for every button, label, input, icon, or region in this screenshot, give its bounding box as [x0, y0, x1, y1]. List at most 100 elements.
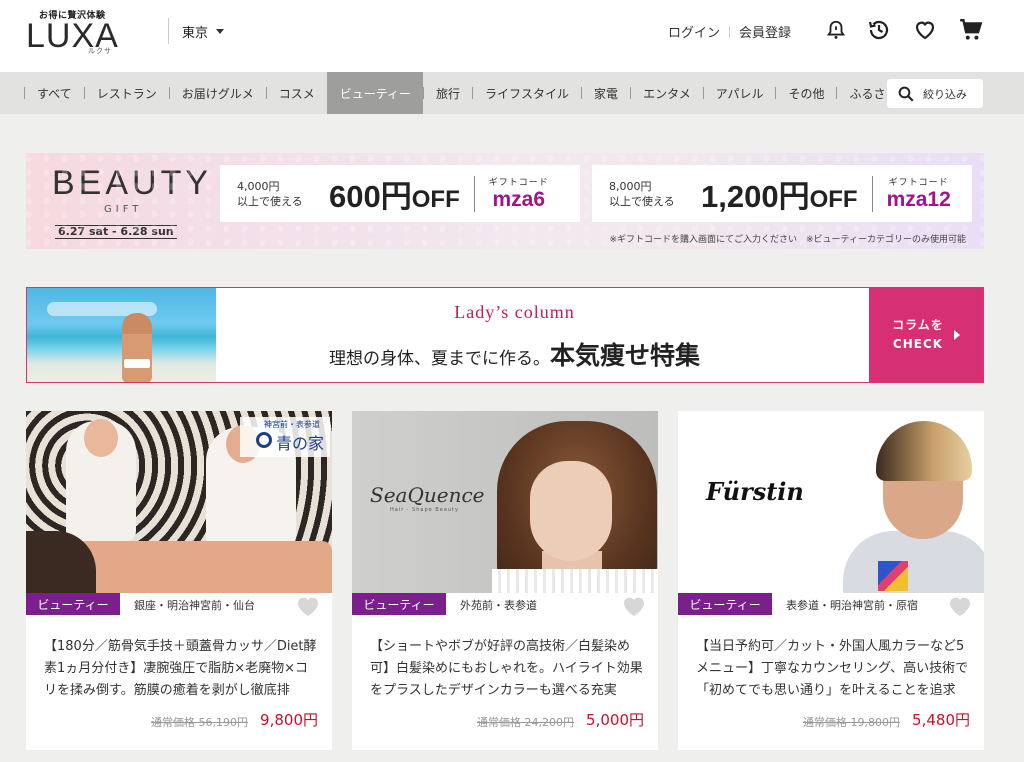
ring-logo-icon — [255, 432, 272, 448]
gift-code-value: mza6 — [492, 188, 545, 211]
register-link[interactable]: 会員登録 — [739, 22, 791, 41]
nav-item-1[interactable]: レストラン — [83, 72, 169, 114]
regular-price: 通常価格 24,200円 — [477, 716, 574, 729]
coupon-amount-value: 600 — [329, 179, 381, 214]
gift-note: ※ギフトコードを購入画面にてご入力ください ※ビューティーカテゴリーのみ使用可能 — [609, 235, 966, 245]
category-badge: ビューティー — [26, 593, 120, 615]
coupon-off-label: OFF — [411, 186, 460, 213]
nav-item-7[interactable]: 家電 — [581, 72, 630, 114]
brand-name: Fürstin — [706, 477, 804, 506]
history-icon[interactable] — [865, 16, 893, 44]
login-link[interactable]: ログイン — [668, 22, 720, 41]
area-label: 銀座・明治神宮前・仙台 — [134, 599, 255, 612]
auth-separator — [729, 25, 731, 38]
coupon-amount-value: 1,200 — [701, 179, 779, 214]
arrow-right-icon — [953, 330, 960, 340]
filter-button[interactable]: 絞り込み — [887, 79, 983, 108]
model-lace-top — [492, 569, 658, 593]
nav-item-0[interactable]: すべて — [24, 72, 84, 114]
gift-subtitle: GIFT — [104, 204, 143, 215]
location-selector[interactable]: 東京 — [182, 22, 225, 41]
product-title[interactable]: 【ショートやボブが好評の高技術／白髪染め可】白髪染めにもおしゃれを。ハイライト効… — [370, 636, 646, 702]
sale-price: 9,800円 — [260, 711, 318, 729]
coupon-min-label: 以上で使える — [609, 194, 675, 208]
location-label: 東京 — [182, 26, 209, 41]
cart-icon[interactable] — [957, 16, 985, 44]
nav-item-2[interactable]: お届けグルメ — [168, 72, 266, 114]
coupon-amount: 1,200円OFF — [701, 171, 858, 216]
area-label: 表参道・明治神宮前・原宿 — [786, 599, 918, 612]
gift-code-label: ギフトコード — [488, 178, 549, 188]
coupon-divider — [871, 175, 873, 212]
sale-price: 5,000円 — [586, 711, 644, 729]
gift-code: ギフトコード mza6 — [489, 175, 549, 212]
regular-price: 通常価格 56,190円 — [151, 716, 248, 729]
sale-price: 5,480円 — [912, 711, 970, 729]
luxa-logo[interactable]: お得に贅沢体験 LUXA ルクサ — [26, 8, 126, 62]
area-label: 外苑前・表参道 — [460, 599, 537, 612]
product-title[interactable]: 【当日予約可／カット・外国人風カラーなど5メニュー】丁寧なカウンセリング、高い技… — [696, 636, 972, 702]
caret-down-icon — [216, 29, 225, 34]
coupon-amount: 600円OFF — [329, 171, 460, 216]
coupon-divider — [473, 175, 475, 212]
site-header: お得に贅沢体験 LUXA ルクサ 東京 ログイン 会員登録 — [0, 0, 1024, 72]
product-card[interactable]: SeaQuence Hair · Shape Beauty ビューティー 外苑前… — [352, 411, 658, 750]
product-image: 神宮前・表参道 青の家 — [26, 411, 332, 593]
favorite-heart-icon[interactable] — [622, 595, 646, 617]
category-badge: ビューティー — [678, 593, 772, 615]
nav-item-10[interactable]: その他 — [775, 72, 836, 114]
brand-subtitle: Hair · Shape Beauty — [390, 507, 459, 513]
model-face — [530, 461, 612, 561]
gift-code-value: mza12 — [886, 188, 951, 211]
coupon-min-amount: 4,000円 — [237, 179, 280, 193]
gift-code: ギフトコード mza12 — [887, 175, 951, 212]
filter-label: 絞り込み — [923, 87, 967, 101]
nav-item-3[interactable]: コスメ — [265, 72, 327, 114]
product-image: Fürstin — [678, 411, 984, 593]
category-nav-items: すべて レストラン お届けグルメ コスメ ビューティー 旅行 ライフスタイル 家電 エンタメ アパ… — [24, 72, 934, 114]
beauty-gift-banner[interactable]: BEAUTY GIFT 6.27 sat - 6.28 sun 4,000円 以… — [26, 153, 984, 249]
ao-no-ie-logo: 神宮前・表参道 青の家 — [240, 417, 330, 457]
regular-price: 通常価格 19,800円 — [803, 716, 900, 729]
model-shirt — [843, 531, 984, 593]
coupon-600: 4,000円 以上で使える 600円OFF ギフトコード mza6 — [220, 165, 580, 222]
coupon-amount-yen: 円 — [380, 179, 412, 214]
bell-icon[interactable] — [822, 16, 850, 44]
column-headline: 理想の身体、夏までに作る。本気痩せ特集 — [27, 336, 813, 372]
therapist-face — [84, 419, 118, 457]
nav-item-4[interactable]: ビューティー — [326, 72, 424, 114]
auth-links: ログイン 会員登録 — [668, 22, 791, 41]
column-cta-line1: コラムを — [892, 318, 944, 332]
nav-item-5[interactable]: 旅行 — [423, 72, 472, 114]
column-headline-big: 本気痩せ特集 — [549, 341, 700, 370]
column-check-button[interactable]: コラムを CHECK — [869, 288, 983, 382]
header-divider — [168, 18, 169, 44]
ladys-column-banner[interactable]: Lady’s column 理想の身体、夏までに作る。本気痩せ特集 コラムを C… — [26, 287, 984, 383]
coupon-amount-yen: 円 — [778, 179, 810, 214]
nav-item-6[interactable]: ライフスタイル — [472, 72, 581, 114]
shirt-print — [878, 561, 908, 591]
coupon-condition: 8,000円 以上で使える — [609, 179, 701, 209]
favorite-heart-icon[interactable] — [948, 595, 972, 617]
column-title: Lady’s column — [454, 302, 575, 322]
gift-code-label: ギフトコード — [888, 178, 949, 188]
search-icon — [898, 86, 914, 101]
category-badge: ビューティー — [352, 593, 446, 615]
column-cta-label: コラムを CHECK — [892, 316, 944, 354]
product-title[interactable]: 【180分／筋骨気手技＋頭蓋骨カッサ／Diet酵素1ヵ月分付き】凄腕強圧で脂肪×… — [44, 636, 320, 702]
brand-name: SeaQuence — [370, 483, 485, 507]
favorite-heart-icon[interactable] — [296, 595, 320, 617]
heart-icon[interactable] — [911, 16, 939, 44]
brand-area: 神宮前・表参道 — [264, 420, 320, 429]
gift-title: BEAUTY — [52, 164, 213, 202]
gift-dates: 6.27 sat - 6.28 sun — [55, 225, 177, 239]
coupon-1200: 8,000円 以上で使える 1,200円OFF ギフトコード mza12 — [592, 165, 972, 222]
column-cta-line2: CHECK — [892, 337, 944, 351]
column-headline-small: 理想の身体、夏までに作る。 — [328, 349, 550, 369]
product-card[interactable]: 神宮前・表参道 青の家 ビューティー 銀座・明治神宮前・仙台 【180分／筋骨気… — [26, 411, 332, 750]
coupon-min-label: 以上で使える — [237, 194, 303, 208]
nav-item-8[interactable]: エンタメ — [630, 72, 703, 114]
coupon-min-amount: 8,000円 — [609, 179, 652, 193]
nav-item-9[interactable]: アパレル — [702, 72, 776, 114]
product-card[interactable]: Fürstin ビューティー 表参道・明治神宮前・原宿 【当日予約可／カット・外… — [678, 411, 984, 750]
